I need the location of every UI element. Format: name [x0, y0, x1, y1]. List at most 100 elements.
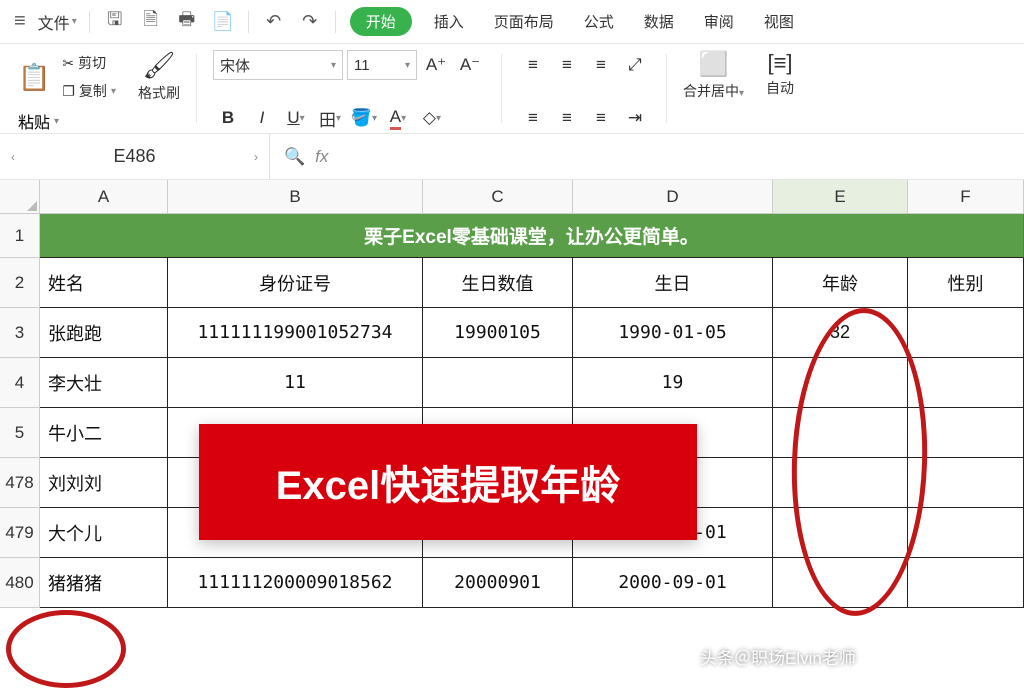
cell[interactable] [908, 558, 1024, 608]
undo-icon[interactable]: ↶ [257, 6, 291, 38]
cell[interactable] [773, 358, 908, 408]
cell[interactable]: 111111200009018562 [168, 558, 423, 608]
save-icon[interactable]: 🖫 [98, 6, 132, 38]
row-header[interactable]: 1 [0, 214, 40, 258]
row-header[interactable]: 5 [0, 408, 40, 458]
cell[interactable]: 刘刘刘 [40, 458, 168, 508]
cell[interactable]: 19 [573, 358, 773, 408]
header-birth[interactable]: 生日 [573, 258, 773, 308]
row-header[interactable]: 478 [0, 458, 40, 508]
border-button[interactable]: 田▾ [315, 103, 345, 133]
cell[interactable] [773, 408, 908, 458]
separator [501, 54, 502, 123]
cut-button[interactable]: ✂剪切 [62, 50, 116, 76]
cell[interactable]: 19900105 [423, 308, 573, 358]
namebox-next[interactable]: › [243, 150, 269, 164]
cell[interactable] [423, 358, 573, 408]
cell[interactable] [908, 458, 1024, 508]
align-right-button[interactable]: ≡ [586, 103, 616, 133]
row-header[interactable]: 480 [0, 558, 40, 608]
chevron-down-icon: ▾ [401, 113, 406, 124]
align-center-button[interactable]: ≡ [552, 103, 582, 133]
redo-icon[interactable]: ↷ [293, 6, 327, 38]
align-top-button[interactable]: ≡ [518, 50, 548, 80]
file-menu[interactable]: 文件 ▾ [34, 6, 81, 38]
wrap-button[interactable]: [≡] 自动 [766, 50, 794, 98]
col-header-A[interactable]: A [40, 180, 168, 214]
orientation-button[interactable]: ⤢ [620, 50, 650, 80]
font-color-button[interactable]: A▾ [383, 103, 413, 133]
col-header-D[interactable]: D [573, 180, 773, 214]
row-header[interactable]: 479 [0, 508, 40, 558]
header-sex[interactable]: 性别 [908, 258, 1024, 308]
increase-font-button[interactable]: A⁺ [421, 50, 451, 80]
bold-button[interactable]: B [213, 103, 243, 133]
align-left-button[interactable]: ≡ [518, 103, 548, 133]
cell[interactable]: 2000-09-01 [573, 558, 773, 608]
header-birthnum[interactable]: 生日数值 [423, 258, 573, 308]
row-header[interactable]: 3 [0, 308, 40, 358]
namebox-prev[interactable]: ‹ [0, 150, 26, 164]
cell[interactable]: 张跑跑 [40, 308, 168, 358]
header-name[interactable]: 姓名 [40, 258, 168, 308]
print-icon[interactable]: 🖶 [170, 6, 204, 38]
header-age[interactable]: 年龄 [773, 258, 908, 308]
tab-formula[interactable]: 公式 [570, 7, 628, 36]
clear-format-button[interactable]: ◇▾ [417, 103, 447, 133]
fx-icon[interactable]: fx [315, 147, 328, 167]
title-cell[interactable]: 栗子Excel零基础课堂，让办公更简单。 [40, 214, 1024, 258]
indent-button[interactable]: ⇥ [620, 103, 650, 133]
cell[interactable] [773, 558, 908, 608]
formula-input[interactable] [342, 134, 1024, 179]
cell[interactable]: 猪猪猪 [40, 558, 168, 608]
decrease-font-button[interactable]: A⁻ [455, 50, 485, 80]
paste-button[interactable]: 📋 [18, 62, 50, 93]
col-header-C[interactable]: C [423, 180, 573, 214]
cell[interactable]: 32 [773, 308, 908, 358]
font-size-select[interactable]: 11▾ [347, 50, 417, 80]
print-preview-icon[interactable]: 📄 [206, 6, 240, 38]
tab-data[interactable]: 数据 [630, 7, 688, 36]
cell[interactable]: 大个儿 [40, 508, 168, 558]
cell[interactable] [908, 508, 1024, 558]
menu-icon[interactable]: ≡ [8, 6, 32, 37]
cell[interactable] [773, 508, 908, 558]
fill-color-button[interactable]: 🪣▾ [349, 103, 379, 133]
row-header[interactable]: 2 [0, 258, 40, 308]
cell[interactable]: 11 [168, 358, 423, 408]
chevron-down-icon: ▾ [436, 113, 441, 124]
name-box[interactable]: E486 [26, 146, 243, 167]
cell[interactable]: 111111199001052734 [168, 308, 423, 358]
italic-button[interactable]: I [247, 103, 277, 133]
tab-review[interactable]: 审阅 [690, 7, 748, 36]
cell[interactable]: 1990-01-05 [573, 308, 773, 358]
format-painter-button[interactable]: 🖌 格式刷 [138, 50, 180, 103]
tab-view[interactable]: 视图 [750, 7, 808, 36]
align-middle-button[interactable]: ≡ [552, 50, 582, 80]
cell[interactable] [908, 308, 1024, 358]
save-as-icon[interactable]: 🗎 [134, 6, 168, 38]
row-header[interactable]: 4 [0, 358, 40, 408]
cell[interactable]: 牛小二 [40, 408, 168, 458]
font-name-select[interactable]: 宋体▾ [213, 50, 343, 80]
select-all-corner[interactable] [0, 180, 40, 214]
align-bottom-button[interactable]: ≡ [586, 50, 616, 80]
header-id[interactable]: 身份证号 [168, 258, 423, 308]
cell[interactable] [908, 408, 1024, 458]
table-row: 1 栗子Excel零基础课堂，让办公更简单。 [0, 214, 1024, 258]
tab-layout[interactable]: 页面布局 [480, 7, 568, 36]
cell[interactable]: 20000901 [423, 558, 573, 608]
copy-button[interactable]: ❐复制▾ [62, 78, 116, 104]
cell[interactable] [773, 458, 908, 508]
col-header-F[interactable]: F [908, 180, 1024, 214]
col-header-B[interactable]: B [168, 180, 423, 214]
underline-button[interactable]: U▾ [281, 103, 311, 133]
tab-start[interactable]: 开始 [350, 7, 412, 36]
cell[interactable] [908, 358, 1024, 408]
col-header-E[interactable]: E [773, 180, 908, 214]
cancel-icon[interactable]: 🔍 [284, 147, 305, 167]
ribbon: 📋 ✂剪切 ❐复制▾ 粘贴▾ 🖌 格式刷 宋体▾ 11▾ A⁺ A⁻ B I U… [0, 44, 1024, 134]
merge-center-button[interactable]: ⬜ 合并居中▾ [683, 50, 744, 101]
cell[interactable]: 李大壮 [40, 358, 168, 408]
tab-insert[interactable]: 插入 [420, 7, 478, 36]
